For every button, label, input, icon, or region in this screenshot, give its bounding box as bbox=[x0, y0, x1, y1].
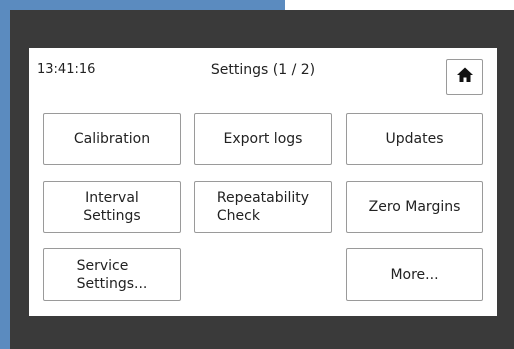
home-icon bbox=[456, 66, 474, 88]
export-logs-label: Export logs bbox=[223, 131, 303, 147]
zero-margins-button[interactable]: Zero Margins bbox=[346, 181, 483, 233]
repeatability-check-button[interactable]: Repeatability Check bbox=[194, 181, 332, 233]
repeatability-check-label: Repeatability Check bbox=[216, 190, 310, 224]
home-button[interactable] bbox=[446, 59, 483, 95]
interval-settings-label: Interval Settings bbox=[83, 190, 141, 224]
more-button[interactable]: More... bbox=[346, 248, 483, 301]
service-settings-label: Service Settings... bbox=[76, 257, 148, 292]
calibration-button[interactable]: Calibration bbox=[43, 113, 181, 165]
settings-screen: 13:41:16 Settings (1 / 2) Calibration Ex… bbox=[29, 48, 497, 316]
export-logs-button[interactable]: Export logs bbox=[194, 113, 332, 165]
updates-label: Updates bbox=[385, 131, 444, 147]
desktop-background-top bbox=[0, 0, 285, 10]
page-title: Settings (1 / 2) bbox=[210, 62, 316, 78]
zero-margins-label: Zero Margins bbox=[368, 199, 461, 215]
desktop-background-top-right bbox=[285, 0, 514, 10]
more-label: More... bbox=[390, 266, 439, 283]
desktop-background bbox=[0, 0, 10, 349]
service-settings-button[interactable]: Service Settings... bbox=[43, 248, 181, 301]
calibration-label: Calibration bbox=[73, 131, 151, 147]
updates-button[interactable]: Updates bbox=[346, 113, 483, 165]
interval-settings-button[interactable]: Interval Settings bbox=[43, 181, 181, 233]
